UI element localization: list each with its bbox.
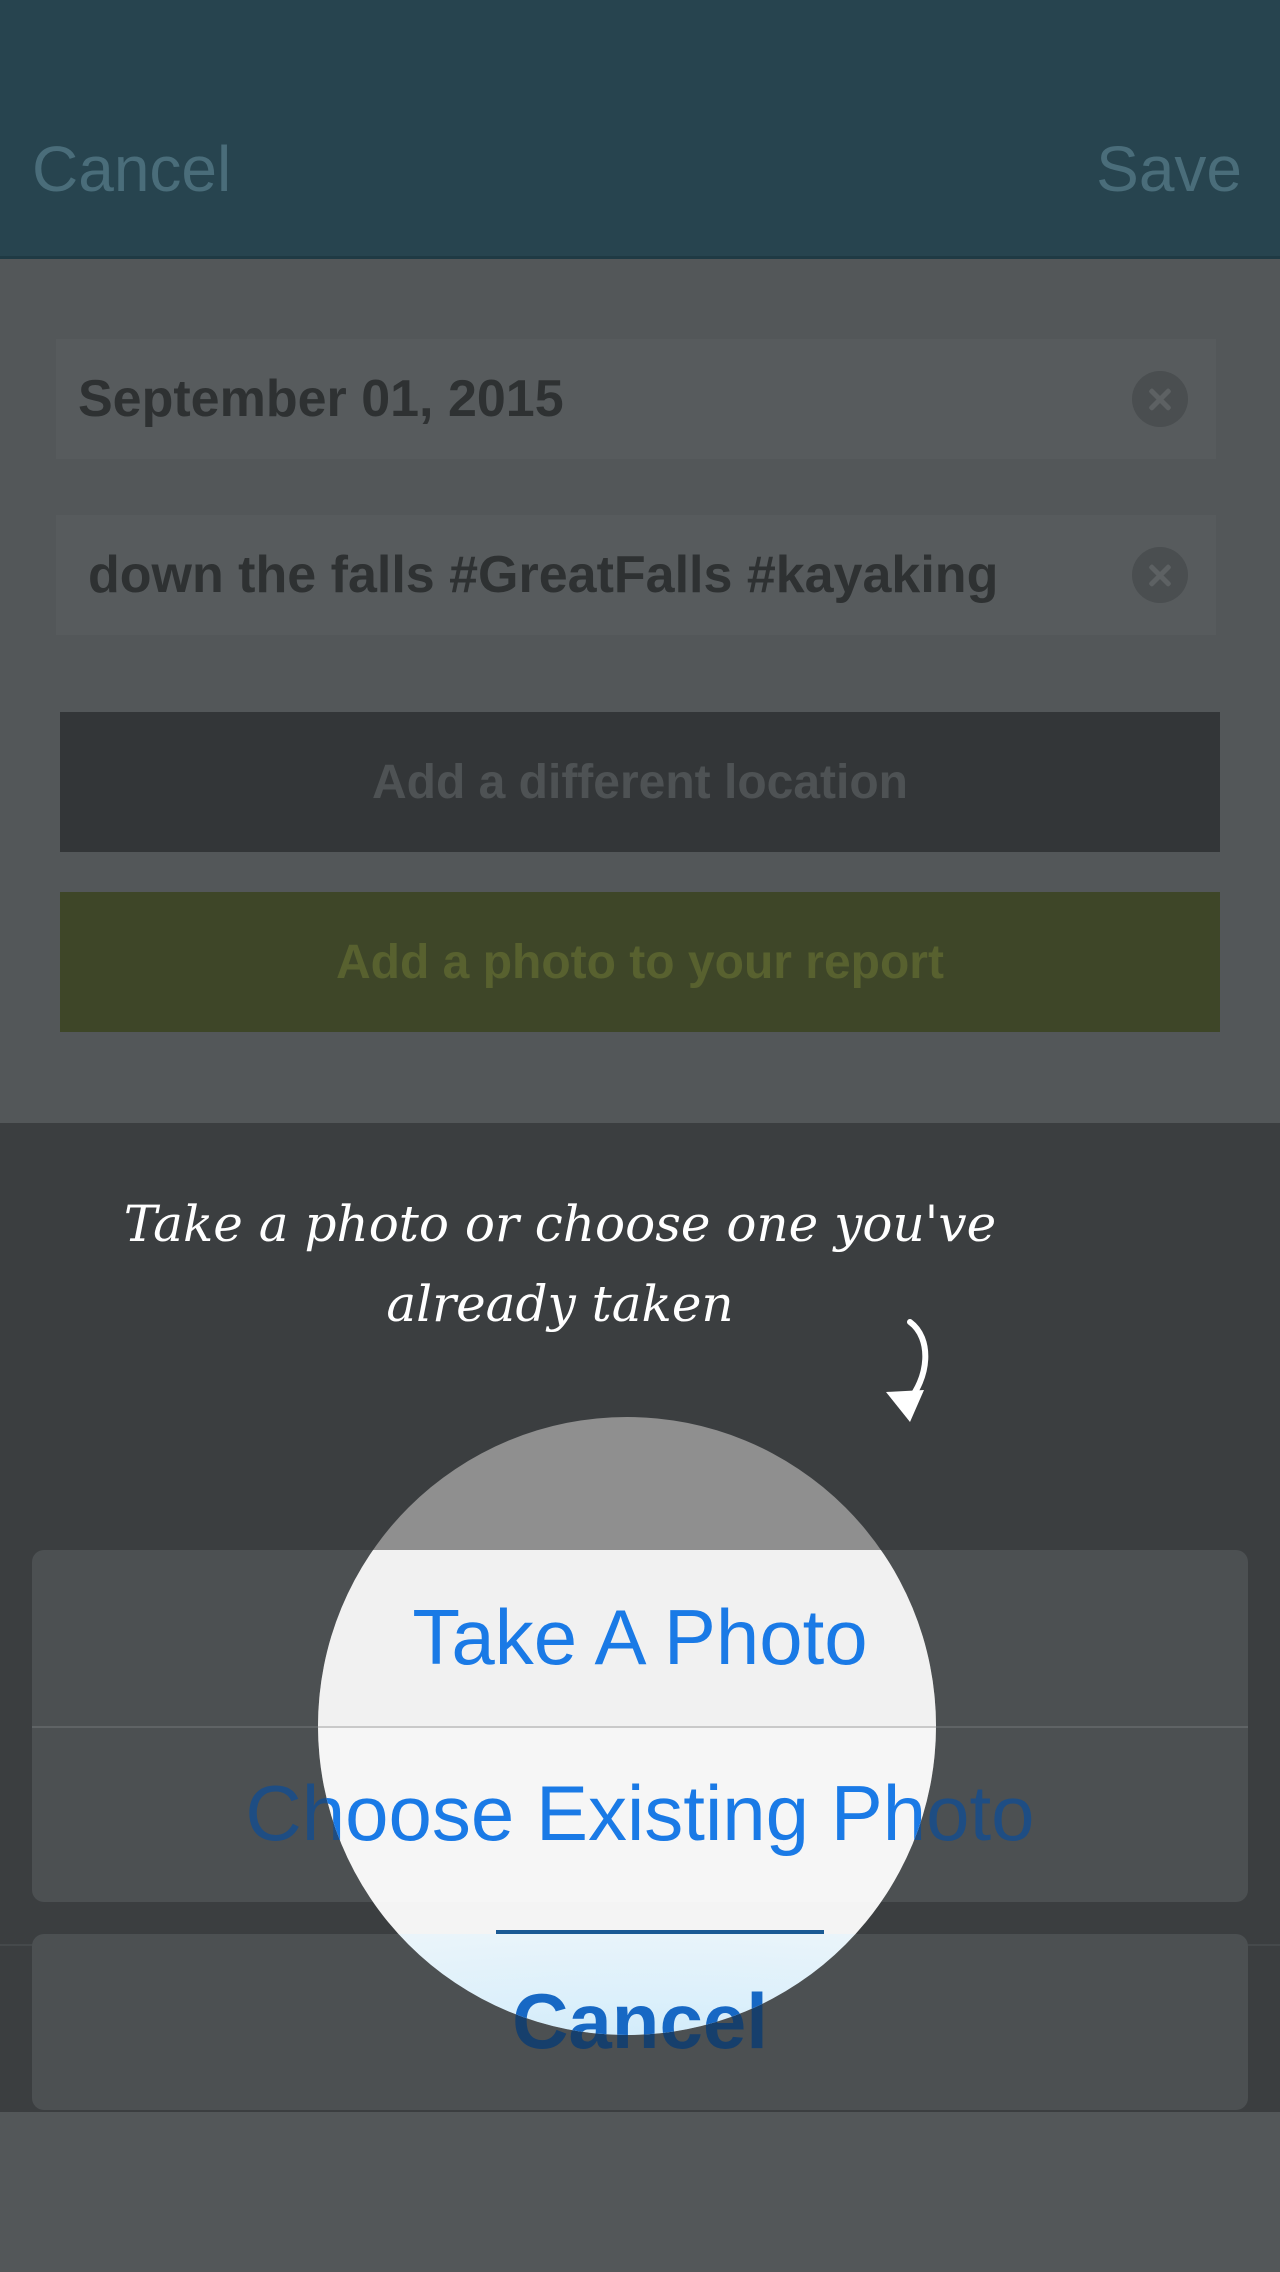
clear-icon[interactable]: [1132, 547, 1188, 603]
magnified-underline: [496, 1930, 824, 1934]
save-nav-button[interactable]: Save: [1096, 132, 1242, 206]
magnifier-content: Take A Photo Choose Existing Photo Cance…: [318, 1417, 936, 2035]
choose-existing-photo-option-magnified[interactable]: Choose Existing Photo: [318, 1768, 936, 1859]
add-photo-button[interactable]: Add a photo to your report: [60, 892, 1220, 1032]
bottom-strip: [0, 2112, 1280, 2272]
cancel-sheet-button-magnified[interactable]: Cancel: [318, 1976, 936, 2035]
cancel-nav-button[interactable]: Cancel: [32, 132, 231, 206]
date-field[interactable]: September 01, 2015: [56, 339, 1216, 459]
description-field-value: down the falls #GreatFalls #kayaking: [88, 546, 999, 604]
add-location-button[interactable]: Add a different location: [60, 712, 1220, 852]
nav-bar: Cancel Save: [0, 0, 1280, 259]
description-field[interactable]: down the falls #GreatFalls #kayaking: [56, 515, 1216, 635]
curved-arrow-down-icon: [886, 1319, 929, 1422]
take-photo-option-magnified[interactable]: Take A Photo: [318, 1592, 936, 1683]
date-field-value: September 01, 2015: [78, 370, 564, 428]
magnifier-highlight: Take A Photo Choose Existing Photo Cance…: [318, 1417, 936, 2035]
clear-icon[interactable]: [1132, 371, 1188, 427]
report-form: September 01, 2015 down the falls #Great…: [0, 259, 1280, 1123]
